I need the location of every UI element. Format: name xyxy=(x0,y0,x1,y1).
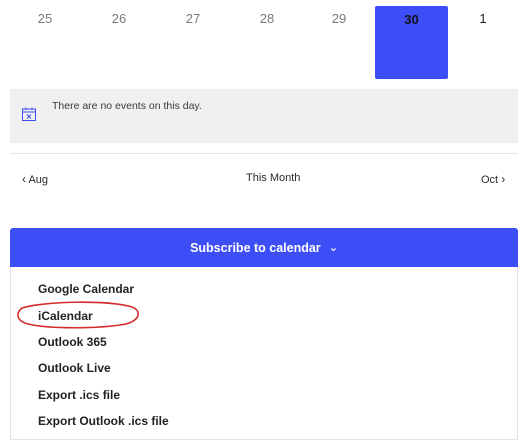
menu-item-outlook-live[interactable]: Outlook Live xyxy=(38,361,111,375)
day-cell[interactable]: 1 xyxy=(448,0,518,80)
menu-item-outlook-365[interactable]: Outlook 365 xyxy=(38,335,107,349)
day-cell[interactable]: 26 xyxy=(84,0,154,80)
subscribe-button[interactable]: Subscribe to calendar ⌄ xyxy=(10,228,518,267)
chevron-down-icon: ⌄ xyxy=(328,242,338,254)
no-events-notice: There are no events on this day. xyxy=(10,89,518,143)
no-events-text: There are no events on this day. xyxy=(52,100,202,112)
chevron-right-icon: › xyxy=(501,172,506,186)
day-number: 30 xyxy=(404,12,419,27)
day-number: 27 xyxy=(185,11,201,26)
current-month-label[interactable]: This Month xyxy=(246,172,300,184)
day-number: 1 xyxy=(479,11,487,26)
day-cell-selected[interactable]: 30 xyxy=(375,6,448,79)
month-navigation: ‹ Aug This Month Oct › xyxy=(0,172,518,192)
subscribe-label: Subscribe to calendar xyxy=(190,240,321,255)
day-number: 26 xyxy=(111,11,127,26)
menu-item-export-outlook-ics[interactable]: Export Outlook .ics file xyxy=(38,414,169,428)
day-cell[interactable]: 28 xyxy=(232,0,302,80)
subscribe-menu: Google Calendar iCalendar Outlook 365 Ou… xyxy=(10,267,518,440)
day-cell[interactable]: 29 xyxy=(304,0,374,80)
menu-item-export-ics[interactable]: Export .ics file xyxy=(38,388,120,402)
menu-item-google-calendar[interactable]: Google Calendar xyxy=(38,282,134,296)
divider xyxy=(10,153,518,154)
day-number: 25 xyxy=(37,11,53,26)
day-number: 28 xyxy=(259,11,275,26)
menu-item-icalendar[interactable]: iCalendar xyxy=(38,309,93,323)
week-row: 25 26 27 28 29 30 1 xyxy=(0,0,518,80)
chevron-left-icon: ‹ xyxy=(22,172,26,186)
previous-month-link[interactable]: ‹ Aug xyxy=(22,172,48,186)
day-cell[interactable]: 25 xyxy=(10,0,80,80)
next-month-label: Oct xyxy=(481,174,499,186)
previous-month-label: Aug xyxy=(28,174,49,186)
calendar-x-icon xyxy=(22,107,36,121)
day-number: 29 xyxy=(331,11,347,26)
day-cell[interactable]: 27 xyxy=(158,0,228,80)
next-month-link[interactable]: Oct › xyxy=(481,172,505,186)
